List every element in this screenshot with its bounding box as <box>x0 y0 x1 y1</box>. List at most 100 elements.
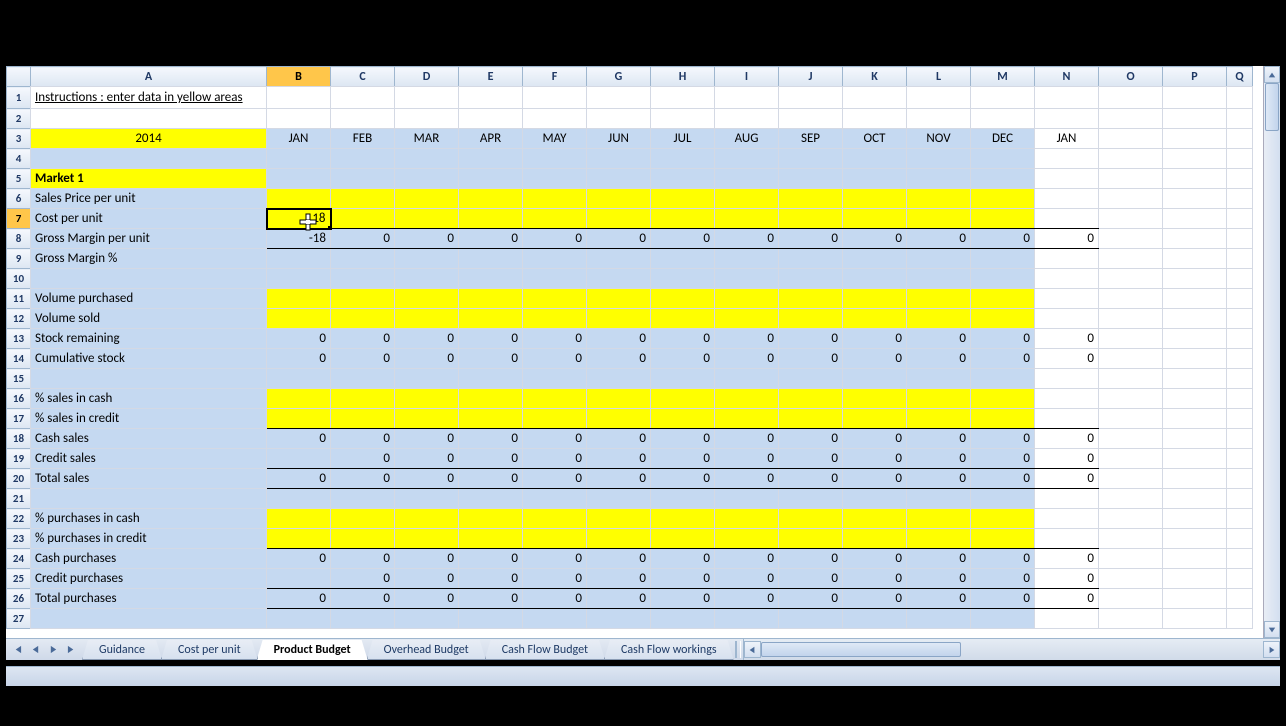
cell-J16[interactable] <box>779 389 843 409</box>
cell-G11[interactable] <box>587 289 651 309</box>
cell-I3[interactable]: AUG <box>715 129 779 149</box>
cell-N22[interactable] <box>1035 509 1099 529</box>
cell-B21[interactable] <box>267 489 331 509</box>
cell-I25[interactable]: 0 <box>715 569 779 589</box>
cell-H21[interactable] <box>651 489 715 509</box>
cell-Q11[interactable] <box>1227 289 1253 309</box>
cell-Q10[interactable] <box>1227 269 1253 289</box>
cell-K5[interactable] <box>843 169 907 189</box>
cell-L21[interactable] <box>907 489 971 509</box>
cell-I9[interactable] <box>715 249 779 269</box>
cell-P2[interactable] <box>1163 109 1227 129</box>
cell-F11[interactable] <box>523 289 587 309</box>
cell-L7[interactable] <box>907 209 971 229</box>
cell-L23[interactable] <box>907 529 971 549</box>
cell-N12[interactable] <box>1035 309 1099 329</box>
cell-F12[interactable] <box>523 309 587 329</box>
cell-K3[interactable]: OCT <box>843 129 907 149</box>
cell-F2[interactable] <box>523 109 587 129</box>
cell-H4[interactable] <box>651 149 715 169</box>
cell-P9[interactable] <box>1163 249 1227 269</box>
row-header-17[interactable]: 17 <box>7 409 31 429</box>
cell-M25[interactable]: 0 <box>971 569 1035 589</box>
cell-N10[interactable] <box>1035 269 1099 289</box>
row-header-3[interactable]: 3 <box>7 129 31 149</box>
cell-E24[interactable]: 0 <box>459 549 523 569</box>
scroll-down-button[interactable] <box>1264 621 1280 638</box>
cell-L15[interactable] <box>907 369 971 389</box>
cell-I13[interactable]: 0 <box>715 329 779 349</box>
cell-D9[interactable] <box>395 249 459 269</box>
cell-P24[interactable] <box>1163 549 1227 569</box>
cell-Q17[interactable] <box>1227 409 1253 429</box>
horizontal-scroll-thumb[interactable] <box>761 642 961 657</box>
cell-E15[interactable] <box>459 369 523 389</box>
cell-O11[interactable] <box>1099 289 1163 309</box>
cell-J12[interactable] <box>779 309 843 329</box>
cell-O25[interactable] <box>1099 569 1163 589</box>
cell-G17[interactable] <box>587 409 651 429</box>
row-headers[interactable]: 1234567891011121314151617181920212223242… <box>6 86 31 629</box>
cell-D14[interactable]: 0 <box>395 349 459 369</box>
cell-H7[interactable] <box>651 209 715 229</box>
cell-J20[interactable]: 0 <box>779 469 843 489</box>
cell-A12[interactable]: Volume sold <box>31 309 267 329</box>
cell-G12[interactable] <box>587 309 651 329</box>
row-header-1[interactable]: 1 <box>7 87 31 109</box>
cell-N26[interactable]: 0 <box>1035 589 1099 609</box>
cell-I11[interactable] <box>715 289 779 309</box>
cell-B5[interactable] <box>267 169 331 189</box>
cell-H3[interactable]: JUL <box>651 129 715 149</box>
cell-F4[interactable] <box>523 149 587 169</box>
cell-H25[interactable]: 0 <box>651 569 715 589</box>
cell-H27[interactable] <box>651 609 715 629</box>
col-header-N[interactable]: N <box>1035 67 1099 87</box>
cell-E5[interactable] <box>459 169 523 189</box>
cell-K6[interactable] <box>843 189 907 209</box>
cell-O10[interactable] <box>1099 269 1163 289</box>
cell-A8[interactable]: Gross Margin per unit <box>31 229 267 249</box>
cell-B17[interactable] <box>267 409 331 429</box>
cell-O3[interactable] <box>1099 129 1163 149</box>
cell-K24[interactable]: 0 <box>843 549 907 569</box>
cell-E3[interactable]: APR <box>459 129 523 149</box>
col-header-G[interactable]: G <box>587 67 651 87</box>
cell-Q22[interactable] <box>1227 509 1253 529</box>
col-header-O[interactable]: O <box>1099 67 1163 87</box>
cell-K9[interactable] <box>843 249 907 269</box>
cell-D26[interactable]: 0 <box>395 589 459 609</box>
cell-F9[interactable] <box>523 249 587 269</box>
sheet-tab-cash-flow-workings[interactable]: Cash Flow workings <box>604 640 734 660</box>
cell-K14[interactable]: 0 <box>843 349 907 369</box>
cell-A15[interactable] <box>31 369 267 389</box>
cell-N23[interactable] <box>1035 529 1099 549</box>
cell-K18[interactable]: 0 <box>843 429 907 449</box>
cell-H11[interactable] <box>651 289 715 309</box>
cell-L3[interactable]: NOV <box>907 129 971 149</box>
cell-A18[interactable]: Cash sales <box>31 429 267 449</box>
cell-A22[interactable]: % purchases in cash <box>31 509 267 529</box>
cell-F24[interactable]: 0 <box>523 549 587 569</box>
cell-J22[interactable] <box>779 509 843 529</box>
cell-H6[interactable] <box>651 189 715 209</box>
cell-A4[interactable] <box>31 149 267 169</box>
cell-A7[interactable]: Cost per unit <box>31 209 267 229</box>
cell-D7[interactable] <box>395 209 459 229</box>
cell-N13[interactable]: 0 <box>1035 329 1099 349</box>
cell-N21[interactable] <box>1035 489 1099 509</box>
cell-F21[interactable] <box>523 489 587 509</box>
cell-P18[interactable] <box>1163 429 1227 449</box>
cell-L12[interactable] <box>907 309 971 329</box>
cell-A21[interactable] <box>31 489 267 509</box>
cell-J21[interactable] <box>779 489 843 509</box>
col-header-H[interactable]: H <box>651 67 715 87</box>
cell-H16[interactable] <box>651 389 715 409</box>
cell-B9[interactable] <box>267 249 331 269</box>
cell-N25[interactable]: 0 <box>1035 569 1099 589</box>
col-header-L[interactable]: L <box>907 67 971 87</box>
cell-E25[interactable]: 0 <box>459 569 523 589</box>
cell-J6[interactable] <box>779 189 843 209</box>
cell-I5[interactable] <box>715 169 779 189</box>
cell-P8[interactable] <box>1163 229 1227 249</box>
cell-K23[interactable] <box>843 529 907 549</box>
